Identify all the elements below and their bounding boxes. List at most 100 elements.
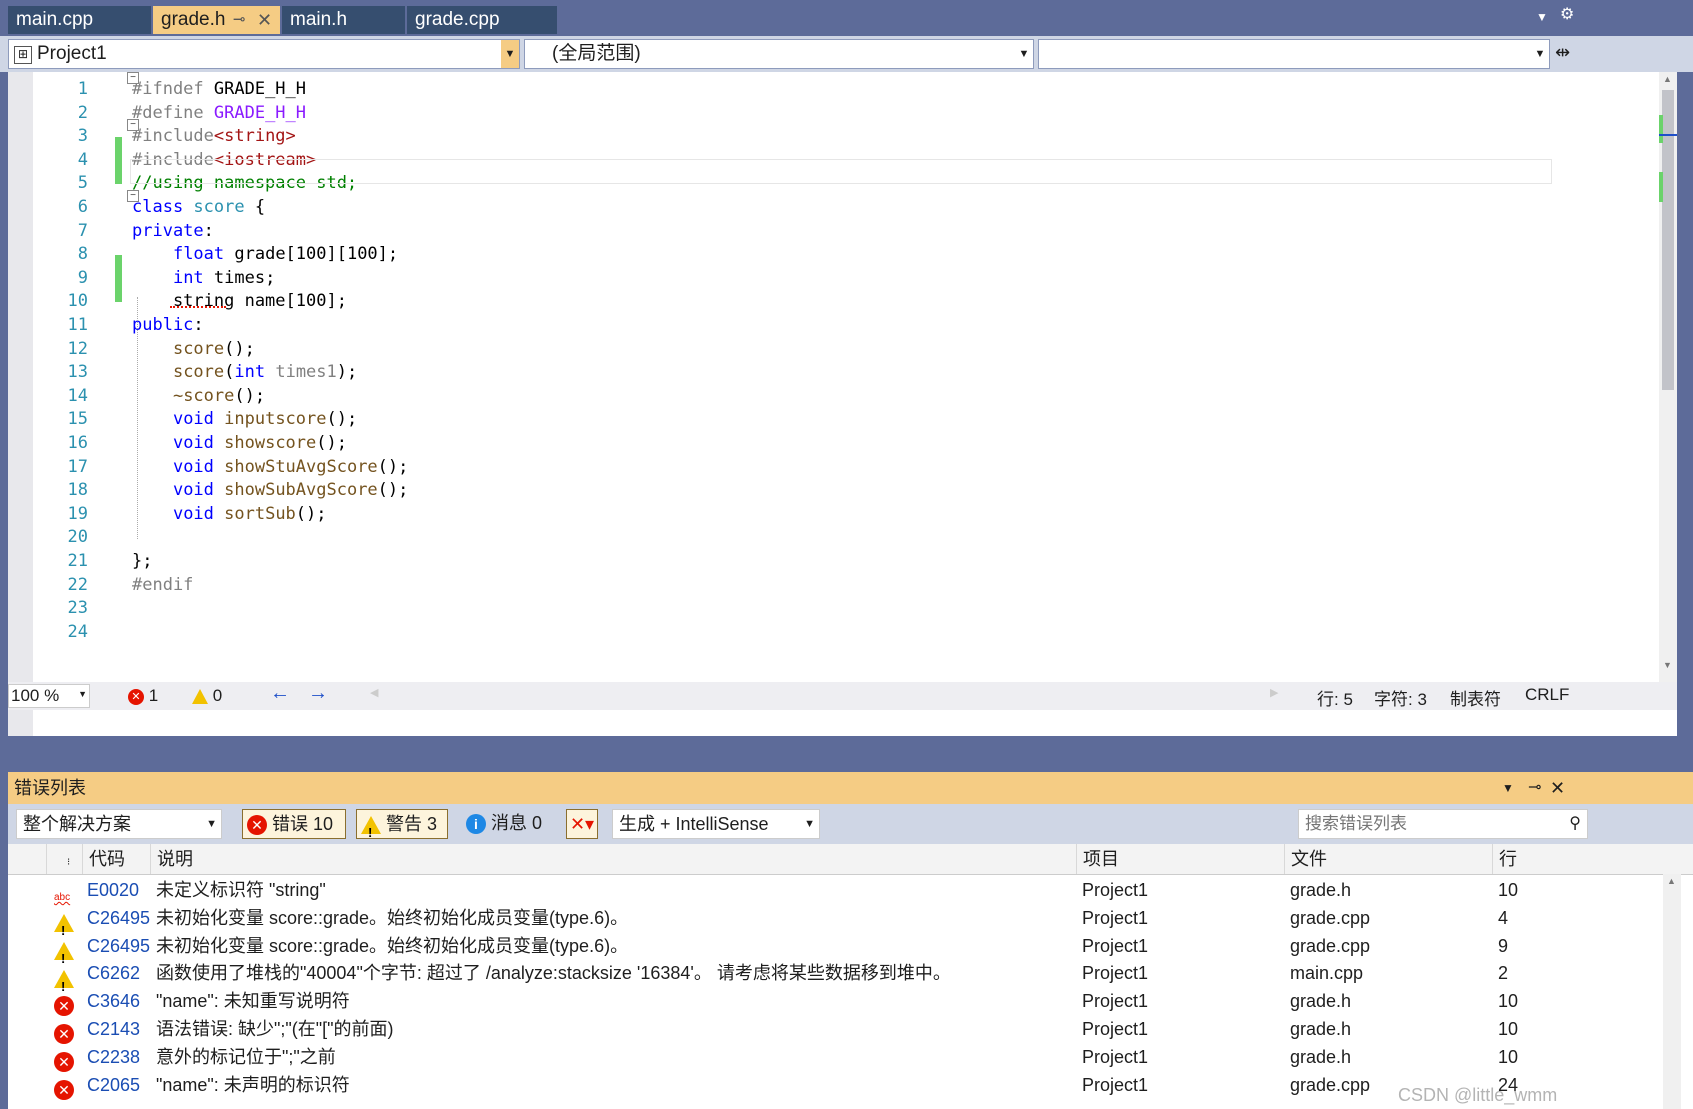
column-options-icon[interactable]: ⁝ <box>67 857 70 868</box>
error-row[interactable]: ✕ C3646 "name": 未知重写说明符 Project1 grade.h 10 <box>8 987 1668 1017</box>
error-row[interactable]: abc E0020 未定义标识符 "string" Project1 grade.h 10 <box>8 876 1668 904</box>
pin-icon[interactable]: ⊸ <box>1528 772 1541 804</box>
code-line[interactable]: #ifndef GRADE_H_H <box>132 77 306 102</box>
error-project: Project1 <box>1082 880 1149 900</box>
code-line[interactable]: #define GRADE_H_H <box>132 101 306 126</box>
col-project[interactable]: 项目 <box>1076 844 1284 874</box>
collapse-icon[interactable]: − <box>127 190 139 202</box>
arrow-right-icon[interactable]: → <box>308 682 328 705</box>
error-icon: ✕ <box>247 815 267 836</box>
tab-grade-cpp[interactable]: grade.cpp <box>407 6 557 34</box>
code-line[interactable]: void inputscore(); <box>132 407 357 432</box>
split-editor-icon[interactable]: ⇹ <box>1555 42 1570 63</box>
error-count-indicator[interactable]: ✕ 1 <box>128 686 158 706</box>
collapse-icon[interactable]: − <box>127 72 139 84</box>
col-line[interactable]: 行 <box>1492 844 1552 874</box>
error-file: grade.cpp <box>1290 935 1371 956</box>
scope-dropdown[interactable]: (全局范围) ▼ <box>524 39 1034 69</box>
line-number: 7 <box>77 220 88 241</box>
code-line[interactable]: float grade[100][100]; <box>132 242 398 267</box>
filter-build-errors-button[interactable]: ✕▾ <box>566 809 598 839</box>
error-code[interactable]: C6262 <box>87 959 140 987</box>
close-icon[interactable]: ✕ <box>1550 772 1565 804</box>
error-code[interactable]: C2065 <box>87 1071 140 1099</box>
code-line[interactable]: private: <box>132 219 214 244</box>
column-indicator[interactable]: 字符: 3 <box>1374 685 1427 710</box>
line-ending-indicator[interactable]: CRLF <box>1525 685 1569 705</box>
errors-filter-button[interactable]: ✕ 错误 10 <box>242 809 346 839</box>
chevron-down-icon[interactable]: ▼ <box>1531 40 1549 68</box>
settings-icon[interactable]: ⚙ <box>1560 4 1574 24</box>
code-line[interactable]: void showscore(); <box>132 431 347 456</box>
tab-mode-indicator[interactable]: 制表符 <box>1450 685 1501 710</box>
chevron-down-icon[interactable]: ▼ <box>206 810 217 838</box>
col-description[interactable]: 说明 <box>150 844 1076 874</box>
col-severity[interactable]: ⁝ <box>46 844 82 874</box>
code-line[interactable]: }; <box>132 549 152 574</box>
scroll-down-icon[interactable]: ▼ <box>1663 660 1672 670</box>
close-icon[interactable]: ✕ <box>257 6 272 34</box>
search-icon[interactable]: ⚲ <box>1569 810 1581 838</box>
error-row[interactable]: ✕ C2238 意外的标记位于";"之前 Project1 grade.h 10 <box>8 1043 1668 1073</box>
chevron-down-icon[interactable]: ▼ <box>78 689 87 699</box>
vertical-scrollbar[interactable]: ▲ ▼ <box>1659 72 1677 682</box>
pin-icon[interactable]: ⊸ <box>233 6 246 34</box>
col-select[interactable] <box>8 844 46 874</box>
code-line[interactable]: score(int times1); <box>132 360 357 385</box>
code-line[interactable]: score(); <box>132 337 255 362</box>
error-row[interactable]: ! C26495 未初始化变量 score::grade。始终初始化成员变量(typ… <box>8 932 1668 966</box>
code-line[interactable]: void sortSub(); <box>132 502 327 527</box>
chevron-down-icon[interactable]: ▼ <box>1015 40 1033 68</box>
code-line[interactable]: ~score(); <box>132 384 265 409</box>
scroll-up-icon[interactable]: ▲ <box>1663 74 1672 84</box>
error-search-input[interactable] <box>1303 812 1537 836</box>
scope-filter-dropdown[interactable]: 整个解决方案 ▼ <box>16 809 222 839</box>
scroll-up-icon[interactable]: ▲ <box>1667 876 1676 886</box>
error-code[interactable]: C2238 <box>87 1043 140 1071</box>
col-file[interactable]: 文件 <box>1284 844 1492 874</box>
tab-main-cpp[interactable]: main.cpp <box>8 6 151 34</box>
error-search-box[interactable]: ⚲ <box>1298 809 1588 839</box>
zoom-dropdown[interactable]: 100 % ▼ <box>8 684 90 708</box>
error-code[interactable]: E0020 <box>87 876 139 904</box>
hscroll-left-icon[interactable]: ◀ <box>370 686 378 699</box>
code-line[interactable]: string name[100]; <box>132 289 347 314</box>
warnings-filter-button[interactable]: ! 警告 3 <box>356 809 448 840</box>
error-description: 未初始化变量 score::grade。始终初始化成员变量(type.6)。 <box>156 907 629 928</box>
row-indicator[interactable]: 行: 5 <box>1317 685 1353 710</box>
code-editor[interactable]: 1 #ifndef GRADE_H_H 2 #define GRADE_H_H 3 #in… <box>8 72 1677 736</box>
code-line[interactable]: void showSubAvgScore(); <box>132 478 408 503</box>
chevron-down-icon[interactable]: ▼ <box>804 810 815 838</box>
build-source-dropdown[interactable]: 生成 + IntelliSense ▼ <box>612 809 820 839</box>
tab-overflow-dropdown-icon[interactable]: ▼ <box>1536 10 1548 24</box>
error-code[interactable]: C3646 <box>87 987 140 1015</box>
error-row[interactable]: ✕ C2143 语法错误: 缺少";"(在"["的前面) Project1 grade.… <box>8 1015 1668 1045</box>
tab-grade-h[interactable]: grade.h ⊸ ✕ <box>153 6 280 34</box>
chevron-down-icon[interactable]: ▼ <box>1502 772 1514 804</box>
member-dropdown[interactable]: ▼ <box>1038 39 1550 69</box>
line-number: 11 <box>67 315 88 335</box>
error-list-scrollbar[interactable]: ▲ <box>1663 874 1681 1109</box>
hscroll-right-icon[interactable]: ▶ <box>1270 686 1278 699</box>
code-line[interactable]: void showStuAvgScore(); <box>132 455 408 480</box>
line-number: 18 <box>67 480 88 501</box>
error-row[interactable]: ! C6262 函数使用了堆栈的"40004"个字节: 超过了 /analyze:s… <box>8 959 1668 994</box>
code-line[interactable]: class score { <box>132 195 265 220</box>
error-code[interactable]: C26495 <box>87 932 150 960</box>
code-line[interactable]: int times; <box>132 266 275 291</box>
warning-count-indicator[interactable]: 0 <box>192 686 222 706</box>
error-row[interactable]: ! C26495 未初始化变量 score::grade。始终初始化成员变量(typ… <box>8 904 1668 938</box>
code-line[interactable]: public: <box>132 313 204 338</box>
tab-main-h[interactable]: main.h <box>282 6 405 34</box>
code-line[interactable]: #endif <box>132 573 193 598</box>
error-code[interactable]: C2143 <box>87 1015 140 1043</box>
arrow-left-icon[interactable]: ← <box>270 682 290 705</box>
error-code[interactable]: C26495 <box>87 904 150 932</box>
code-line[interactable]: #include<string> <box>132 124 296 149</box>
chevron-down-icon[interactable]: ▼ <box>501 40 519 68</box>
col-code[interactable]: 代码 <box>82 844 150 874</box>
messages-filter-button[interactable]: i 消息 0 <box>466 809 556 839</box>
project-dropdown[interactable]: ⊞ Project1 ▼ <box>8 39 520 69</box>
collapse-icon[interactable]: − <box>127 119 139 131</box>
